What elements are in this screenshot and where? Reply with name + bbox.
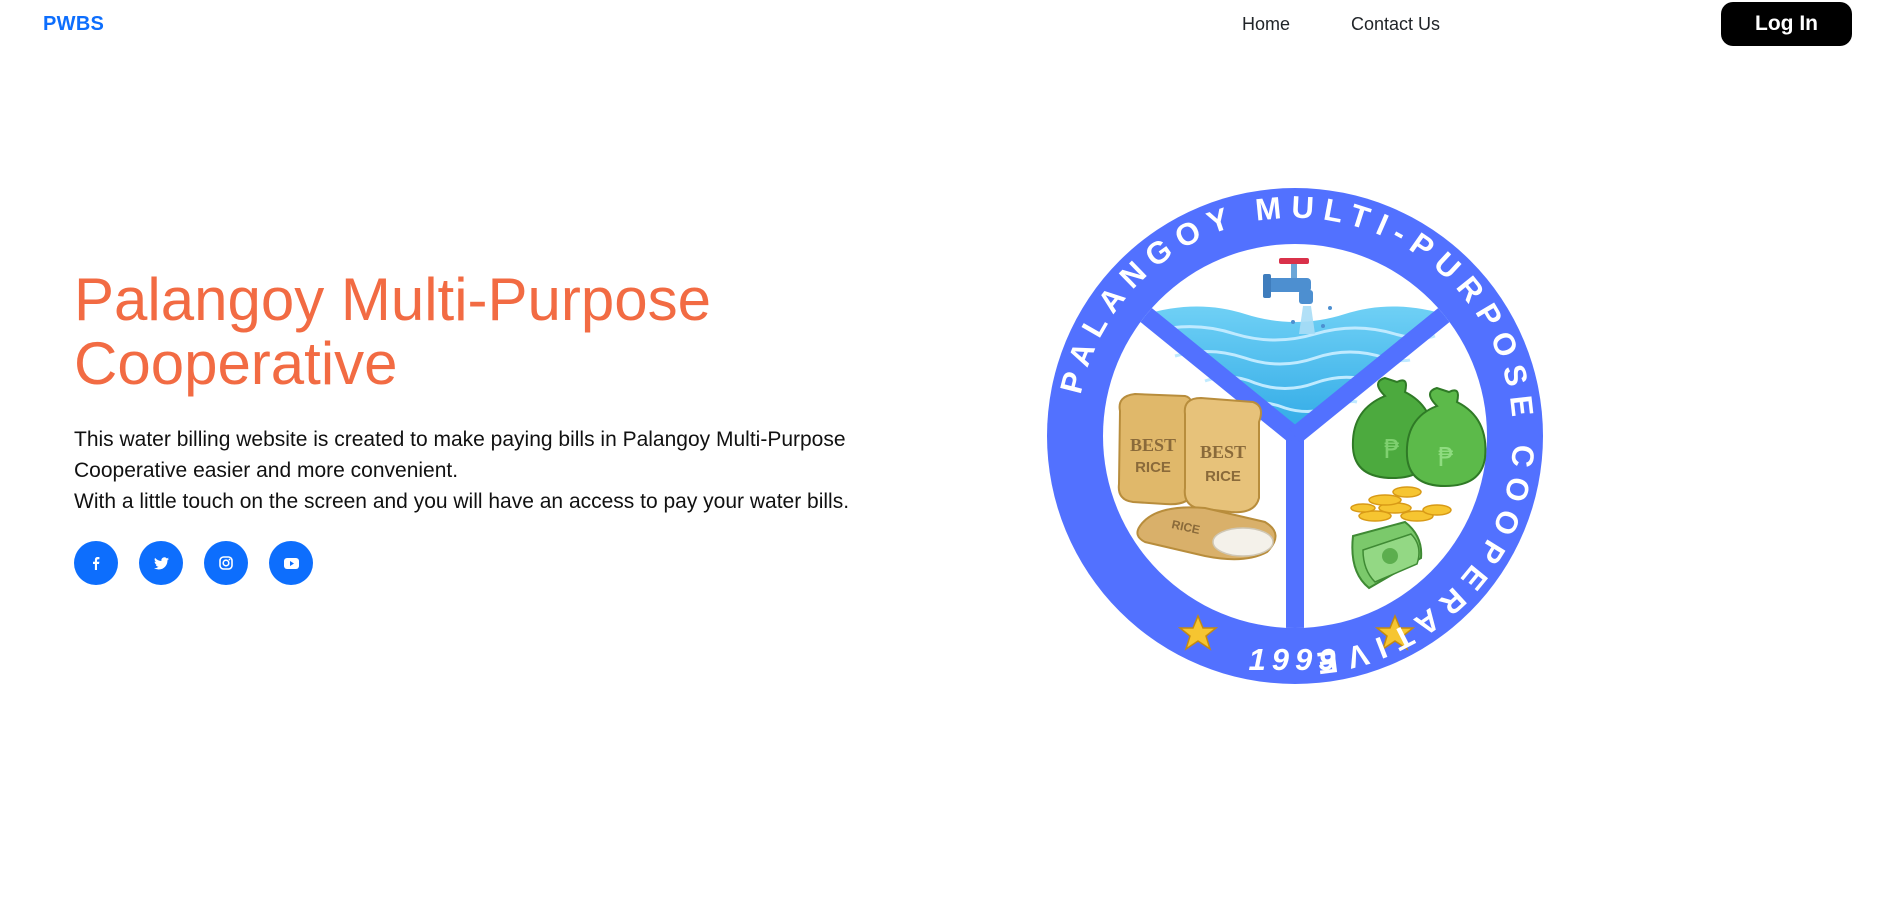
brand-logo[interactable]: PWBS bbox=[43, 13, 104, 36]
hero-description: This water billing website is created to… bbox=[74, 424, 914, 517]
sack-label-best-1: BEST bbox=[1130, 435, 1176, 455]
youtube-icon bbox=[283, 557, 299, 569]
nav-link-home[interactable]: Home bbox=[1242, 14, 1290, 35]
navbar: PWBS Home Contact Us Log In bbox=[0, 0, 1898, 48]
instagram-button[interactable] bbox=[204, 541, 248, 585]
currency-symbol-2: ₱ bbox=[1438, 443, 1455, 473]
hero-paragraph-2: With a little touch on the screen and yo… bbox=[74, 490, 850, 513]
login-button[interactable]: Log In bbox=[1721, 2, 1852, 46]
hero-title: Palangoy Multi-Purpose Cooperative bbox=[74, 266, 712, 397]
rice-sacks-illustration: BEST RICE BEST RICE RICE bbox=[1117, 392, 1277, 561]
hero-paragraph-1: This water billing website is created to… bbox=[74, 428, 846, 482]
youtube-button[interactable] bbox=[269, 541, 313, 585]
sack-label-best-2: BEST bbox=[1200, 442, 1246, 462]
nav-link-contact-us[interactable]: Contact Us bbox=[1351, 14, 1440, 35]
cooperative-logo: BEST RICE BEST RICE RICE ₱ ₱ PALANGOY MU… bbox=[1045, 186, 1545, 686]
page: PWBS Home Contact Us Log In Palangoy Mul… bbox=[0, 0, 1898, 909]
facebook-icon bbox=[89, 556, 103, 570]
twitter-icon bbox=[153, 556, 169, 570]
instagram-icon bbox=[219, 556, 233, 570]
facebook-button[interactable] bbox=[74, 541, 118, 585]
twitter-button[interactable] bbox=[139, 541, 183, 585]
logo-year: 1999 bbox=[1249, 642, 1342, 677]
sack-label-rice-1: RICE bbox=[1135, 459, 1171, 476]
sack-label-rice-2: RICE bbox=[1205, 468, 1241, 485]
social-links bbox=[74, 541, 313, 585]
currency-symbol-1: ₱ bbox=[1384, 435, 1401, 465]
